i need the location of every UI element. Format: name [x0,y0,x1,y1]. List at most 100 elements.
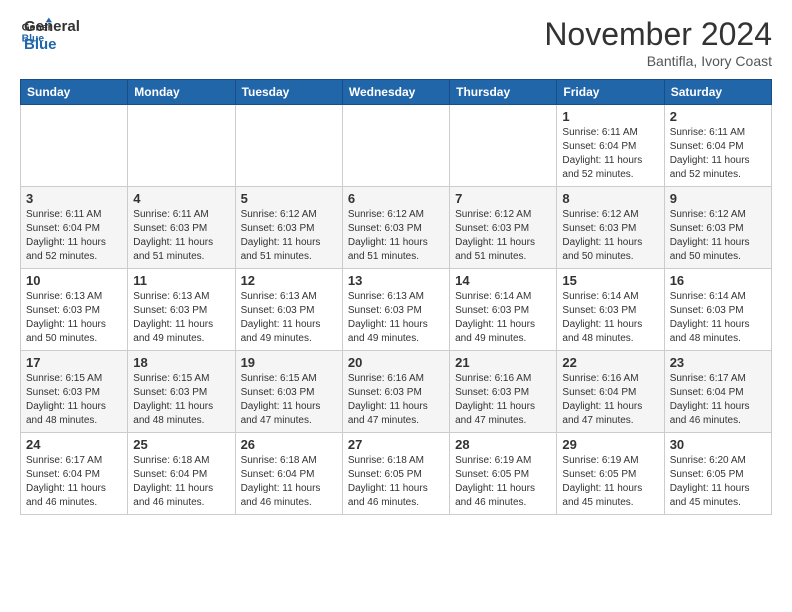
day-info: Sunrise: 6:16 AM Sunset: 6:03 PM Dayligh… [348,372,444,428]
day-info: Sunrise: 6:14 AM Sunset: 6:03 PM Dayligh… [670,290,766,346]
month-title: November 2024 [544,16,772,53]
week-row-4: 17 Sunrise: 6:15 AM Sunset: 6:03 PM Dayli… [21,351,772,433]
day-info: Sunrise: 6:11 AM Sunset: 6:04 PM Dayligh… [670,126,766,182]
day-number: 1 [562,109,658,124]
weekday-header-saturday: Saturday [664,80,771,105]
day-info: Sunrise: 6:19 AM Sunset: 6:05 PM Dayligh… [562,454,658,510]
weekday-header-sunday: Sunday [21,80,128,105]
day-number: 9 [670,191,766,206]
day-number: 19 [241,355,337,370]
calendar-cell: 21 Sunrise: 6:16 AM Sunset: 6:03 PM Dayli… [450,351,557,433]
week-row-3: 10 Sunrise: 6:13 AM Sunset: 6:03 PM Dayli… [21,269,772,351]
day-info: Sunrise: 6:13 AM Sunset: 6:03 PM Dayligh… [348,290,444,346]
day-info: Sunrise: 6:17 AM Sunset: 6:04 PM Dayligh… [670,372,766,428]
weekday-header-tuesday: Tuesday [235,80,342,105]
calendar-cell [342,105,449,187]
day-info: Sunrise: 6:15 AM Sunset: 6:03 PM Dayligh… [241,372,337,428]
day-info: Sunrise: 6:12 AM Sunset: 6:03 PM Dayligh… [670,208,766,264]
day-info: Sunrise: 6:18 AM Sunset: 6:05 PM Dayligh… [348,454,444,510]
calendar-table: SundayMondayTuesdayWednesdayThursdayFrid… [20,79,772,515]
day-number: 8 [562,191,658,206]
calendar-cell: 16 Sunrise: 6:14 AM Sunset: 6:03 PM Dayli… [664,269,771,351]
calendar-cell: 17 Sunrise: 6:15 AM Sunset: 6:03 PM Dayli… [21,351,128,433]
day-info: Sunrise: 6:12 AM Sunset: 6:03 PM Dayligh… [562,208,658,264]
day-number: 30 [670,437,766,452]
page-header: General Blue General Blue November 2024 … [20,16,772,69]
day-info: Sunrise: 6:16 AM Sunset: 6:03 PM Dayligh… [455,372,551,428]
day-number: 25 [133,437,229,452]
calendar-cell: 6 Sunrise: 6:12 AM Sunset: 6:03 PM Daylig… [342,187,449,269]
day-number: 2 [670,109,766,124]
day-number: 3 [26,191,122,206]
day-number: 13 [348,273,444,288]
day-number: 22 [562,355,658,370]
day-number: 12 [241,273,337,288]
calendar-cell [128,105,235,187]
weekday-header-thursday: Thursday [450,80,557,105]
location-subtitle: Bantifla, Ivory Coast [544,53,772,69]
calendar-cell: 11Sunrise: 6:13 AM Sunset: 6:03 PM Dayli… [128,269,235,351]
weekday-header-wednesday: Wednesday [342,80,449,105]
day-number: 14 [455,273,551,288]
day-info: Sunrise: 6:15 AM Sunset: 6:03 PM Dayligh… [26,372,122,428]
day-number: 28 [455,437,551,452]
day-info: Sunrise: 6:14 AM Sunset: 6:03 PM Dayligh… [562,290,658,346]
day-number: 21 [455,355,551,370]
day-number: 29 [562,437,658,452]
day-number: 27 [348,437,444,452]
day-info: Sunrise: 6:12 AM Sunset: 6:03 PM Dayligh… [241,208,337,264]
day-info: Sunrise: 6:18 AM Sunset: 6:04 PM Dayligh… [241,454,337,510]
day-info: Sunrise: 6:12 AM Sunset: 6:03 PM Dayligh… [455,208,551,264]
day-number: 6 [348,191,444,206]
logo-text-block: General Blue [24,18,80,54]
calendar-cell: 13 Sunrise: 6:13 AM Sunset: 6:03 PM Dayli… [342,269,449,351]
weekday-header-row: SundayMondayTuesdayWednesdayThursdayFrid… [21,80,772,105]
calendar-cell: 23Sunrise: 6:17 AM Sunset: 6:04 PM Dayli… [664,351,771,433]
calendar-cell: 4 Sunrise: 6:11 AM Sunset: 6:03 PM Daylig… [128,187,235,269]
day-info: Sunrise: 6:13 AM Sunset: 6:03 PM Dayligh… [133,290,229,346]
day-info: Sunrise: 6:11 AM Sunset: 6:04 PM Dayligh… [26,208,122,264]
day-number: 4 [133,191,229,206]
day-info: Sunrise: 6:13 AM Sunset: 6:03 PM Dayligh… [26,290,122,346]
calendar-cell: 3 Sunrise: 6:11 AM Sunset: 6:04 PM Daylig… [21,187,128,269]
calendar-cell: 7Sunrise: 6:12 AM Sunset: 6:03 PM Daylig… [450,187,557,269]
day-number: 16 [670,273,766,288]
calendar-cell: 15Sunrise: 6:14 AM Sunset: 6:03 PM Dayli… [557,269,664,351]
day-number: 17 [26,355,122,370]
day-info: Sunrise: 6:13 AM Sunset: 6:03 PM Dayligh… [241,290,337,346]
day-info: Sunrise: 6:11 AM Sunset: 6:03 PM Dayligh… [133,208,229,264]
day-number: 18 [133,355,229,370]
calendar-cell [450,105,557,187]
logo-blue-text: Blue [24,36,80,54]
calendar-cell: 28 Sunrise: 6:19 AM Sunset: 6:05 PM Dayli… [450,433,557,515]
calendar-page: General Blue General Blue November 2024 … [0,0,792,535]
calendar-cell: 12 Sunrise: 6:13 AM Sunset: 6:03 PM Dayli… [235,269,342,351]
day-number: 5 [241,191,337,206]
day-info: Sunrise: 6:12 AM Sunset: 6:03 PM Dayligh… [348,208,444,264]
calendar-cell: 26 Sunrise: 6:18 AM Sunset: 6:04 PM Dayli… [235,433,342,515]
calendar-cell: 8 Sunrise: 6:12 AM Sunset: 6:03 PM Daylig… [557,187,664,269]
week-row-2: 3 Sunrise: 6:11 AM Sunset: 6:04 PM Daylig… [21,187,772,269]
calendar-cell [21,105,128,187]
day-number: 24 [26,437,122,452]
calendar-cell: 27 Sunrise: 6:18 AM Sunset: 6:05 PM Dayli… [342,433,449,515]
day-info: Sunrise: 6:19 AM Sunset: 6:05 PM Dayligh… [455,454,551,510]
day-number: 10 [26,273,122,288]
calendar-cell: 1 Sunrise: 6:11 AM Sunset: 6:04 PM Daylig… [557,105,664,187]
weekday-header-monday: Monday [128,80,235,105]
week-row-5: 24 Sunrise: 6:17 AM Sunset: 6:04 PM Dayli… [21,433,772,515]
day-number: 26 [241,437,337,452]
calendar-cell: 2 Sunrise: 6:11 AM Sunset: 6:04 PM Daylig… [664,105,771,187]
day-info: Sunrise: 6:17 AM Sunset: 6:04 PM Dayligh… [26,454,122,510]
title-block: November 2024 Bantifla, Ivory Coast [544,16,772,69]
day-info: Sunrise: 6:11 AM Sunset: 6:04 PM Dayligh… [562,126,658,182]
day-number: 20 [348,355,444,370]
calendar-cell: 24 Sunrise: 6:17 AM Sunset: 6:04 PM Dayli… [21,433,128,515]
calendar-cell [235,105,342,187]
calendar-cell: 19 Sunrise: 6:15 AM Sunset: 6:03 PM Dayli… [235,351,342,433]
weekday-header-friday: Friday [557,80,664,105]
calendar-cell: 20 Sunrise: 6:16 AM Sunset: 6:03 PM Dayli… [342,351,449,433]
week-row-1: 1 Sunrise: 6:11 AM Sunset: 6:04 PM Daylig… [21,105,772,187]
calendar-cell: 18Sunrise: 6:15 AM Sunset: 6:03 PM Dayli… [128,351,235,433]
calendar-cell: 29 Sunrise: 6:19 AM Sunset: 6:05 PM Dayli… [557,433,664,515]
